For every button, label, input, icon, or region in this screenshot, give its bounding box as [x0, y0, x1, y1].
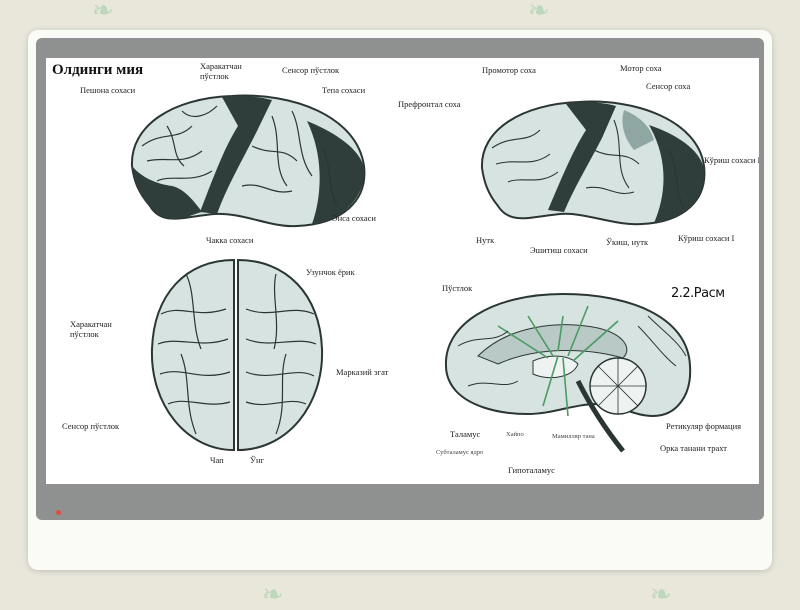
label-sensor-postlok: Сенсор пўстлок: [282, 65, 340, 75]
label-harakatchan-2: Харакатчан: [70, 319, 112, 329]
label-retikulyar: Ретикуляр формация: [666, 421, 742, 431]
label-postlok-3: Пўстлок: [442, 283, 473, 293]
label-ong: Ўнг: [250, 455, 265, 465]
label-chap: Чап: [210, 455, 224, 465]
label-peshona: Пешона сохаси: [80, 85, 136, 95]
label-subtalamus: Субталамус ядро: [436, 449, 484, 456]
leaf-icon: ❧: [262, 580, 284, 610]
label-prefrontal: Префронтал соха: [398, 99, 461, 109]
label-sensor-postlok-2: Сенсор пўстлок: [62, 421, 120, 431]
label-talamus: Таламус: [450, 429, 481, 439]
brain-lateral-right: [480, 100, 706, 226]
label-korish-2: Кўриш сохаси II: [704, 155, 759, 165]
label-markaziy: Марказий эгат: [336, 367, 389, 377]
slide-marker-dot: [56, 510, 61, 515]
label-orka-tana: Орка танани трахт: [660, 443, 728, 453]
label-uzunchok: Узунчок ёрик: [306, 267, 355, 277]
label-sensor-soha: Сенсор соха: [646, 81, 691, 91]
figure-title: Олдинги мия: [52, 62, 144, 78]
figure-caption: 2.2.Расм: [671, 286, 725, 301]
label-postlok: пўстлок: [200, 71, 229, 81]
label-ensa: Энса сохаси: [332, 213, 376, 223]
label-okish-nutk: Ўкиш, нутк: [606, 237, 649, 247]
label-gipotalamus: Гипоталамус: [508, 465, 555, 475]
label-eshitish: Эшитиш сохаси: [530, 245, 588, 255]
leaf-icon: ❧: [528, 0, 550, 26]
brain-figure: Олдинги мия Пешона сохаси Харакатчан пўс…: [46, 58, 759, 484]
label-postlok-2: пўстлок: [70, 329, 99, 339]
label-motor: Мотор соха: [620, 63, 662, 73]
label-mamillyar: Мамилляр тана: [552, 433, 595, 440]
label-korish-1: Кўриш сохаси I: [678, 233, 735, 243]
leaf-icon: ❧: [92, 0, 114, 26]
label-promotor: Промотор соха: [482, 65, 536, 75]
label-tepa: Тепа сохаси: [322, 85, 366, 95]
label-haypo: Хайпо: [506, 431, 524, 438]
brain-top-view: [150, 258, 324, 452]
label-harakatchan: Харакатчан: [200, 61, 242, 71]
label-chakka: Чакка сохаси: [206, 235, 254, 245]
label-nutk: Нутк: [476, 235, 495, 245]
leaf-icon: ❧: [650, 580, 672, 610]
